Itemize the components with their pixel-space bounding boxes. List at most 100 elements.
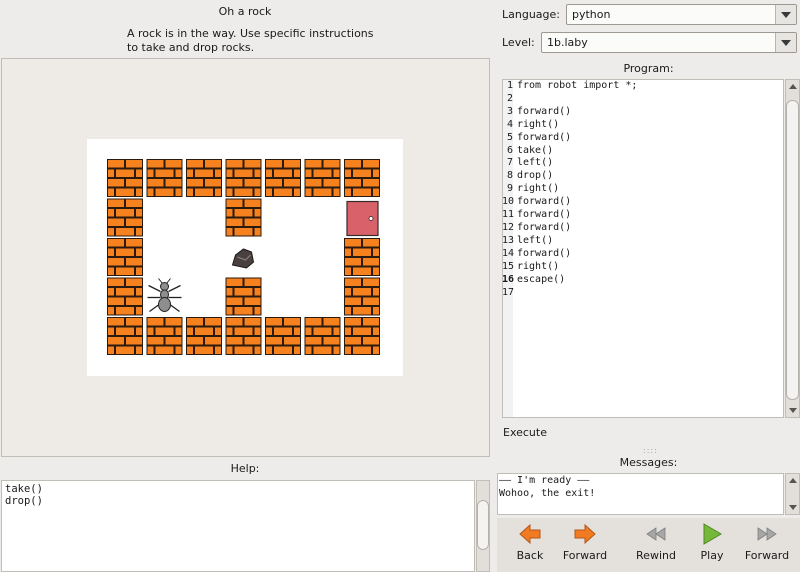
wall-brick	[107, 317, 143, 355]
program-label: Program:	[623, 62, 674, 75]
wall-brick	[344, 317, 380, 355]
code-line[interactable]: forward()	[517, 222, 637, 235]
wall-brick	[265, 159, 301, 197]
code-line[interactable]: right()	[517, 119, 637, 132]
rewind-button[interactable]: Rewind	[626, 522, 686, 562]
wall-brick	[146, 159, 183, 197]
scroll-up-icon[interactable]	[789, 84, 797, 89]
messages-box: —— I'm ready —— Wohoo, the exit!	[497, 473, 784, 515]
code-line[interactable]	[517, 93, 637, 106]
help-scroll-thumb[interactable]	[477, 500, 489, 550]
wall-brick	[146, 317, 183, 355]
level-label: Level:	[502, 36, 535, 49]
play-icon	[682, 522, 742, 546]
code-line[interactable]: escape()	[517, 274, 637, 287]
messages-scrollbar[interactable]	[785, 473, 800, 515]
rewind-icon	[626, 522, 686, 546]
rock-icon	[231, 248, 255, 269]
line-number: 10	[502, 196, 515, 208]
wall-brick	[186, 159, 222, 197]
maze-board	[87, 139, 403, 376]
code-line[interactable]: left()	[517, 235, 637, 248]
code-line[interactable]: forward()	[517, 209, 637, 222]
help-line: take()	[5, 483, 43, 495]
line-number: 4	[506, 118, 513, 130]
level-title: Oh a rock	[218, 5, 272, 18]
scroll-down-icon[interactable]	[789, 505, 797, 510]
help-line: drop()	[5, 495, 43, 507]
play-button[interactable]: Play	[682, 522, 742, 562]
code-line[interactable]: forward()	[517, 196, 637, 209]
code-line[interactable]: right()	[517, 261, 637, 274]
level-value: 1b.laby	[547, 36, 588, 49]
code-line[interactable]: drop()	[517, 170, 637, 183]
language-select[interactable]: python	[566, 4, 797, 25]
back-button[interactable]: Back	[500, 522, 560, 562]
rewind-label: Rewind	[636, 549, 676, 562]
pane-grip-icon[interactable]: ::::	[643, 446, 658, 455]
line-number: 3	[506, 105, 513, 117]
line-number: 8	[506, 170, 513, 182]
wall-brick	[344, 277, 380, 316]
line-number: 9	[506, 183, 513, 195]
level-description: A rock is in the way. Use specific instr…	[127, 27, 374, 54]
forward-button[interactable]: Forward	[555, 522, 615, 562]
code-line[interactable]: take()	[517, 145, 637, 158]
code-line[interactable]: left()	[517, 157, 637, 170]
execute-label: Execute	[503, 426, 547, 439]
play-label: Play	[700, 549, 724, 562]
code-line[interactable]	[517, 287, 637, 300]
wall-brick	[225, 159, 262, 197]
help-text: take() drop()	[1, 480, 475, 572]
wall-brick	[225, 277, 262, 316]
chevron-down-icon[interactable]	[775, 33, 796, 52]
scroll-down-icon[interactable]	[789, 408, 797, 413]
arrow-left-icon	[500, 522, 560, 546]
level-select[interactable]: 1b.laby	[541, 32, 797, 53]
fast-forward-icon	[737, 522, 797, 546]
code-line[interactable]: forward()	[517, 132, 637, 145]
line-number: 7	[506, 157, 513, 169]
line-numbers: 1 2 3 4 5 6 7 8 9 10 11 12 13 14 15 16 17	[502, 80, 515, 299]
language-value: python	[572, 8, 611, 21]
messages-label: Messages:	[619, 456, 678, 469]
forward-label: Forward	[562, 549, 608, 562]
wall-brick	[107, 238, 143, 276]
code-line[interactable]: forward()	[517, 106, 637, 119]
code-line[interactable]: forward()	[517, 248, 637, 261]
back-label: Back	[516, 549, 544, 562]
scroll-up-icon[interactable]	[789, 478, 797, 483]
wall-brick	[107, 198, 143, 237]
wall-brick	[107, 159, 143, 197]
wall-brick	[344, 159, 380, 197]
line-number: 5	[506, 131, 513, 143]
ant-icon	[147, 278, 182, 313]
line-number: 16	[502, 273, 515, 285]
line-number: 17	[502, 286, 515, 298]
line-number: 14	[502, 247, 515, 259]
help-label: Help:	[230, 462, 260, 475]
line-number: 15	[502, 260, 515, 272]
step-forward-label: Forward	[744, 549, 790, 562]
line-number: 2	[506, 92, 513, 104]
wall-brick	[186, 317, 222, 355]
wall-brick	[265, 317, 301, 355]
maze-canvas	[107, 159, 380, 355]
exit-door-icon	[346, 200, 379, 237]
step-forward-button[interactable]: Forward	[737, 522, 797, 562]
wall-brick	[304, 317, 341, 355]
editor-scroll-thumb[interactable]	[786, 100, 799, 400]
code-line[interactable]: right()	[517, 183, 637, 196]
language-label: Language:	[502, 8, 560, 21]
chevron-down-icon[interactable]	[775, 5, 796, 24]
wall-brick	[304, 159, 341, 197]
code-line[interactable]: from robot import *;	[517, 80, 637, 93]
line-number: 1	[506, 80, 513, 91]
message-line: —— I'm ready ——	[499, 475, 590, 486]
wall-brick	[225, 317, 262, 355]
code-text[interactable]: from robot import *; forward() right() for…	[517, 80, 637, 299]
wall-brick	[225, 198, 262, 237]
arrow-right-icon	[555, 522, 615, 546]
wall-brick	[107, 277, 143, 316]
message-line: Wohoo, the exit!	[499, 487, 596, 499]
